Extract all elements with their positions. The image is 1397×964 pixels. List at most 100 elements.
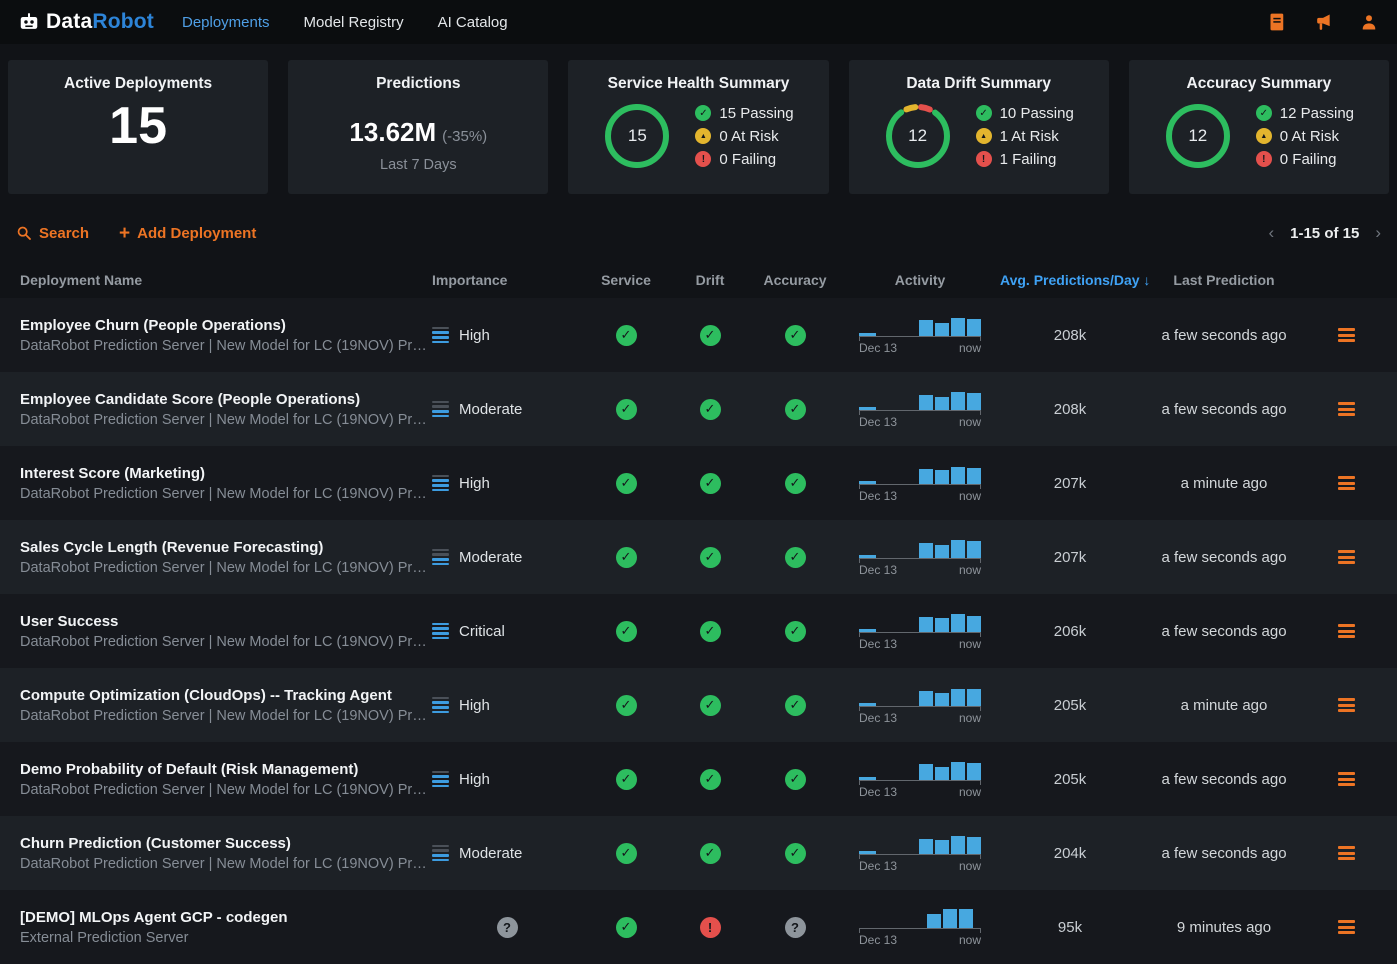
deployment-description: DataRobot Prediction Server | New Model … [20, 338, 432, 354]
deployment-row[interactable]: Demo Probability of Default (Risk Manage… [0, 742, 1397, 816]
accuracy-status-cell [750, 547, 840, 568]
datarobot-logo[interactable]: DataRobot [18, 10, 154, 34]
activity-axis-labels: Dec 13now [859, 785, 981, 799]
announcements-icon[interactable] [1313, 12, 1333, 32]
avg-predictions-cell: 205k [1000, 697, 1140, 714]
brand-wordmark: DataRobot [46, 10, 154, 34]
deployment-name[interactable]: Demo Probability of Default (Risk Manage… [20, 761, 432, 778]
add-deployment-button[interactable]: + Add Deployment [119, 224, 256, 243]
pagination: ‹ 1-15 of 15 › [1268, 223, 1381, 243]
accuracy-passing-icon [785, 325, 806, 346]
row-menu-button[interactable] [1334, 694, 1359, 716]
nav-item-model-registry[interactable]: Model Registry [304, 14, 404, 31]
drift-status-cell [670, 399, 750, 420]
deployment-name[interactable]: User Success [20, 613, 432, 630]
column-header-last-prediction[interactable]: Last Prediction [1140, 272, 1308, 288]
activity-bar [967, 468, 981, 484]
importance-bar [432, 845, 449, 848]
importance-level-icon [432, 771, 449, 787]
activity-bar [919, 839, 933, 854]
deployment-name[interactable]: Sales Cycle Length (Revenue Forecasting) [20, 539, 432, 556]
docs-icon[interactable] [1267, 12, 1287, 32]
column-header-service[interactable]: Service [582, 272, 670, 288]
row-menu-button[interactable] [1334, 324, 1359, 346]
column-header-drift[interactable]: Drift [670, 272, 750, 288]
deployment-row[interactable]: Employee Churn (People Operations) DataRo… [0, 298, 1397, 372]
deployment-row[interactable]: Employee Candidate Score (People Operati… [0, 372, 1397, 446]
activity-chart: Dec 13 now [859, 908, 981, 947]
axis-tick-left [859, 411, 860, 415]
menu-bar [1338, 857, 1355, 860]
next-page-icon[interactable]: › [1375, 223, 1381, 243]
deployment-name[interactable]: Churn Prediction (Customer Success) [20, 835, 432, 852]
deployment-name[interactable]: Interest Score (Marketing) [20, 465, 432, 482]
service-status-cell [582, 547, 670, 568]
importance-bar [432, 410, 449, 413]
deployment-name[interactable]: [DEMO] MLOps Agent GCP - codegen [20, 909, 432, 926]
deployment-name[interactable]: Compute Optimization (CloudOps) -- Track… [20, 687, 432, 704]
legend-label: 0 At Risk [719, 128, 778, 145]
activity-bar [927, 914, 941, 928]
activity-bar [967, 763, 981, 780]
activity-cell: Dec 13now [840, 686, 1000, 725]
top-navbar: DataRobot Deployments Model Registry AI … [0, 0, 1397, 44]
activity-bar [951, 762, 965, 780]
drift-passing-icon [700, 547, 721, 568]
deployment-row[interactable]: Compute Optimization (CloudOps) -- Track… [0, 668, 1397, 742]
deployment-row[interactable]: Interest Score (Marketing)DataRobot Pred… [0, 446, 1397, 520]
activity-axis-labels: Dec 13now [859, 415, 981, 429]
row-menu-button[interactable] [1334, 842, 1359, 864]
profile-icon[interactable] [1359, 12, 1379, 32]
drift-passing-icon [700, 695, 721, 716]
nav-item-deployments[interactable]: Deployments [182, 14, 270, 31]
activity-bars [859, 834, 981, 854]
search-button[interactable]: Search [16, 225, 89, 242]
deployment-row[interactable]: [DEMO] MLOps Agent GCP - codegenExternal… [0, 890, 1397, 964]
activity-cell: Dec 13now [840, 390, 1000, 429]
row-menu-button[interactable] [1334, 546, 1359, 568]
column-header-deployment-name[interactable]: Deployment Name [20, 272, 432, 288]
activity-chart: Dec 13now [859, 612, 981, 651]
card-title: Predictions [288, 75, 548, 93]
accuracy-unknown-icon [785, 917, 806, 938]
row-menu-button[interactable] [1334, 472, 1359, 494]
axis-tick-right [980, 633, 981, 637]
activity-bars [859, 686, 981, 706]
row-menu-button[interactable] [1334, 916, 1359, 938]
accuracy-status-cell [750, 843, 840, 864]
deployment-row[interactable]: Churn Prediction (Customer Success)DataR… [0, 816, 1397, 890]
activity-cell: Dec 13now [840, 316, 1000, 355]
previous-page-icon[interactable]: ‹ [1268, 223, 1274, 243]
column-header-importance[interactable]: Importance [432, 272, 582, 288]
row-menu-button[interactable] [1334, 768, 1359, 790]
deployment-name[interactable]: Employee Candidate Score (People Operati… [20, 391, 432, 408]
row-menu-button[interactable] [1334, 398, 1359, 420]
menu-bar [1338, 334, 1355, 337]
service-passing-icon [616, 399, 637, 420]
deployment-description: DataRobot Prediction Server | New Model … [20, 708, 432, 724]
activity-cell: Dec 13now [840, 464, 1000, 503]
service-passing-icon [616, 769, 637, 790]
service-passing-icon [616, 325, 637, 346]
row-menu-button[interactable] [1334, 620, 1359, 642]
deployment-name[interactable]: Employee Churn (People Operations) [20, 317, 432, 334]
avg-predictions-value: 205k [1054, 697, 1087, 714]
column-header-avg-predictions[interactable]: Avg. Predictions/Day ↓ [1000, 272, 1140, 288]
brand-robot-text: Robot [92, 10, 154, 33]
activity-bar [951, 836, 965, 854]
avg-predictions-cell: 208k [1000, 401, 1140, 418]
deployment-row[interactable]: User SuccessDataRobot Prediction Server … [0, 594, 1397, 668]
column-header-accuracy[interactable]: Accuracy [750, 272, 840, 288]
nav-item-ai-catalog[interactable]: AI Catalog [438, 14, 508, 31]
legend-label: 1 At Risk [1000, 128, 1059, 145]
activity-end-label: now [959, 933, 981, 947]
axis-tick-left [859, 337, 860, 341]
drift-status-cell [670, 843, 750, 864]
row-menu-cell [1308, 916, 1385, 938]
activity-start-label: Dec 13 [859, 933, 897, 947]
legend-label: 0 At Risk [1280, 128, 1339, 145]
deployments-table: Deployment Name Importance Service Drift… [0, 262, 1397, 964]
column-header-activity[interactable]: Activity [840, 272, 1000, 288]
deployment-row[interactable]: Sales Cycle Length (Revenue Forecasting)… [0, 520, 1397, 594]
activity-cell: Dec 13now [840, 834, 1000, 873]
